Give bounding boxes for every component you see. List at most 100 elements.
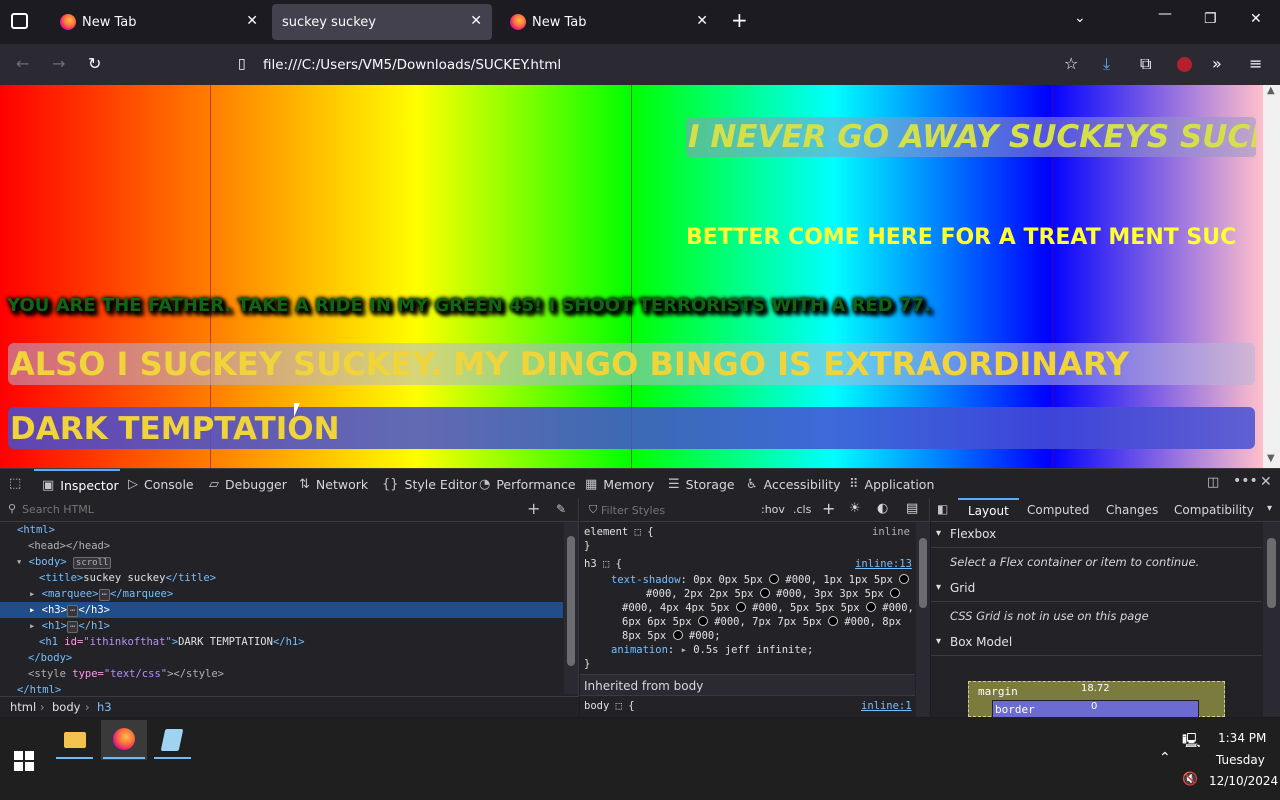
network-icon[interactable]: 🖳	[1182, 730, 1201, 754]
color-swatch[interactable]	[759, 588, 770, 598]
page-scrollbar[interactable]: ▲ ▼	[1263, 85, 1280, 468]
reload-icon[interactable]: ↻	[88, 56, 101, 72]
box-model-border[interactable]: border 0	[992, 700, 1199, 718]
tab-new-tab-1[interactable]: New Tab ✕	[46, 4, 268, 40]
tab-application[interactable]: ⠿ Application	[849, 469, 934, 499]
taskbar-firefox[interactable]	[101, 720, 147, 760]
tree-body[interactable]: ▾ <body> scroll	[16, 556, 112, 569]
clock-day[interactable]: Tuesday	[1216, 753, 1265, 767]
new-tab-plus-icon[interactable]: +	[731, 8, 748, 32]
tree-h1-ithinkofthat[interactable]: <h1 id="ithinkofthat">DARK TEMPTATION</h…	[39, 636, 305, 648]
scroll-thumb[interactable]	[919, 538, 927, 608]
tree-html-open[interactable]: <html>	[17, 524, 55, 536]
close-tab-icon[interactable]: ✕	[696, 13, 708, 29]
ublock-icon[interactable]	[1177, 57, 1192, 72]
breadcrumb-h3[interactable]: h3	[97, 700, 112, 714]
grid-section-header[interactable]: ▾ Grid	[931, 578, 1262, 602]
color-swatch[interactable]	[889, 588, 900, 598]
tab-network[interactable]: ⇅ Network	[299, 469, 368, 499]
expand-caret-icon[interactable]: ▸	[681, 644, 687, 656]
close-tab-icon[interactable]: ✕	[470, 13, 482, 29]
taskbar-notepad[interactable]	[152, 720, 193, 760]
tab-debugger[interactable]: ▱ Debugger	[209, 469, 287, 499]
tab-accessibility[interactable]: ♿ Accessibility	[746, 469, 841, 499]
ellipsis-badge[interactable]: ⋯	[98, 589, 110, 601]
tab-storage[interactable]: ☰ Storage	[668, 469, 735, 499]
toggle-sidebar-icon[interactable]: ◧	[937, 502, 948, 516]
layout-scrollbar[interactable]	[1263, 522, 1280, 717]
text-shadow-decl[interactable]: text-shadow: 0px 0px 5px #000, 1px 1px 5…	[611, 574, 910, 586]
tab-style-editor[interactable]: {} Style Editor	[382, 469, 477, 499]
tab-suckey-suckey[interactable]: suckey suckey ✕	[272, 4, 492, 40]
box-model-margin[interactable]: margin 18.72 border 0	[968, 681, 1225, 718]
scroll-up-icon[interactable]: ▲	[1267, 85, 1275, 96]
color-swatch[interactable]	[828, 616, 838, 626]
close-tab-icon[interactable]: ✕	[246, 13, 258, 29]
url-bar[interactable]: file:///C:/Users/VM5/Downloads/SUCKEY.ht…	[263, 57, 561, 73]
color-swatch[interactable]	[769, 574, 780, 584]
cls-toggle[interactable]: .cls	[793, 503, 811, 516]
print-media-icon[interactable]: ▤	[906, 501, 918, 516]
taskbar-file-explorer[interactable]	[54, 720, 95, 760]
tab-new-tab-2[interactable]: New Tab ✕	[496, 4, 718, 40]
light-mode-icon[interactable]: ☀	[849, 501, 861, 516]
collapse-caret-icon[interactable]: ▸	[29, 620, 42, 632]
rules-scrollbar[interactable]	[916, 522, 930, 717]
chevron-down-icon[interactable]: ▾	[1267, 503, 1272, 514]
color-swatch[interactable]	[735, 602, 746, 612]
scroll-badge[interactable]: scroll	[72, 557, 112, 569]
search-html-input[interactable]	[22, 501, 502, 518]
scroll-down-icon[interactable]: ▼	[1267, 453, 1275, 464]
scroll-thumb[interactable]	[1267, 538, 1276, 608]
flexbox-section-header[interactable]: ▾ Flexbox	[931, 524, 1262, 548]
show-hidden-icons-chevron-icon[interactable]: ⌃	[1159, 750, 1171, 766]
tab-performance[interactable]: ◔ Performance	[479, 469, 576, 499]
element-picker-icon[interactable]: ⬚	[9, 476, 21, 491]
forward-arrow-icon[interactable]: →	[52, 56, 65, 72]
back-arrow-icon[interactable]: ←	[16, 56, 29, 72]
download-icon[interactable]: ⤓	[1103, 56, 1110, 72]
breadcrumb-html[interactable]: html	[10, 700, 36, 714]
tab-changes[interactable]: Changes	[1106, 503, 1158, 517]
tree-marquee[interactable]: ▸ <marquee> ⋯ </marquee>	[29, 588, 173, 601]
border-value[interactable]: 0	[1091, 701, 1097, 712]
rule-source-link[interactable]: inline:13	[855, 558, 912, 570]
tree-html-close[interactable]: </html>	[17, 684, 61, 696]
tab-inspector[interactable]: ▣ Inspector	[34, 469, 120, 499]
dock-side-icon[interactable]: ◫	[1207, 475, 1219, 490]
tree-h1[interactable]: ▸ <h1> ⋯ </h1>	[29, 620, 110, 633]
rule-source-link[interactable]: inline:1	[861, 700, 912, 712]
ellipsis-badge[interactable]: ⋯	[66, 621, 79, 633]
markup-scrollbar[interactable]	[564, 522, 578, 694]
bookmark-star-icon[interactable]: ☆	[1064, 56, 1078, 72]
tree-title[interactable]: <title>suckey suckey</title>	[39, 572, 216, 584]
tree-style[interactable]: <style type="text/css"></style>	[28, 668, 224, 680]
close-devtools-icon[interactable]: ✕	[1260, 474, 1272, 490]
close-window-icon[interactable]: ✕	[1250, 11, 1262, 27]
clock-date[interactable]: 12/10/2024	[1209, 774, 1278, 788]
color-swatch[interactable]	[865, 602, 876, 612]
list-all-tabs-chevron-icon[interactable]: ⌄	[1074, 10, 1086, 26]
restore-icon[interactable]: ❐	[1204, 11, 1217, 27]
tab-layout[interactable]: Layout	[958, 498, 1019, 522]
overflow-menu-icon[interactable]: »	[1212, 56, 1222, 72]
hamburger-menu-icon[interactable]: ≡	[1249, 56, 1262, 72]
tab-memory[interactable]: ▦ Memory	[585, 469, 654, 499]
tree-head[interactable]: <head></head>	[28, 540, 110, 552]
scroll-thumb[interactable]	[567, 536, 575, 666]
color-swatch[interactable]	[697, 616, 708, 626]
ellipsis-badge[interactable]: ⋯	[66, 605, 79, 617]
extensions-icon[interactable]: ⧉	[1140, 56, 1151, 72]
add-node-plus-icon[interactable]: +	[527, 499, 540, 518]
devtools-menu-icon[interactable]: •••	[1233, 473, 1258, 489]
margin-value[interactable]: 18.72	[1081, 683, 1110, 694]
tab-console[interactable]: ▷ Console	[128, 469, 194, 499]
color-swatch[interactable]	[672, 630, 683, 640]
windows-start-icon[interactable]	[14, 751, 34, 771]
color-swatch[interactable]	[899, 574, 910, 584]
rule-source[interactable]: inline	[872, 526, 910, 538]
filter-styles-input[interactable]	[601, 502, 751, 518]
dark-mode-icon[interactable]: ◐	[877, 501, 888, 516]
add-rule-plus-icon[interactable]: +	[822, 499, 835, 518]
clock-time[interactable]: 1:34 PM	[1218, 731, 1266, 745]
